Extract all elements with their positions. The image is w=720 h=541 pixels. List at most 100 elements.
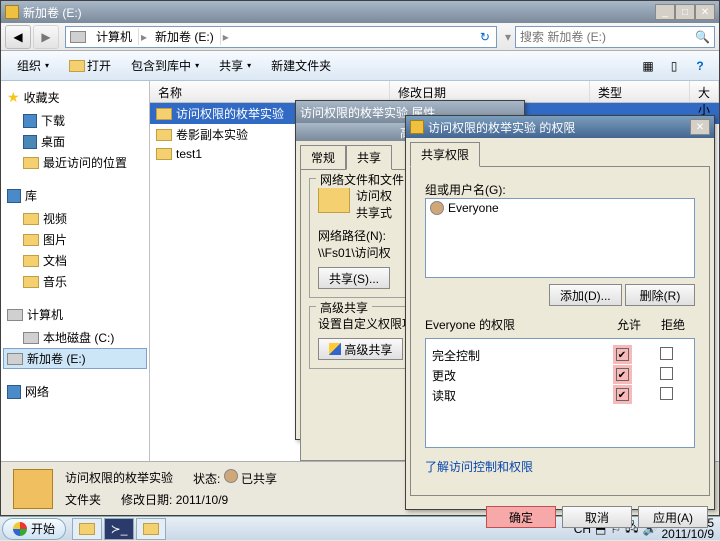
star-icon: ★ [7, 89, 20, 106]
pictures-icon [23, 234, 39, 246]
folder-icon [69, 60, 85, 72]
col-type[interactable]: 类型 [590, 81, 690, 102]
favorites-header[interactable]: ★收藏夹 [3, 85, 147, 110]
drive-icon [7, 353, 23, 365]
perm-row-full: 完全控制 [432, 345, 688, 365]
tree-desktop[interactable]: 桌面 [3, 131, 147, 152]
drive-icon [70, 31, 86, 43]
perm-row-change: 更改 [432, 365, 688, 385]
list-item[interactable]: Everyone [426, 199, 694, 217]
window-title: 新加卷 (E:) [23, 4, 655, 21]
perm-header: Everyone 的权限 [425, 316, 607, 333]
perm-title: 访问权限的枚举实验 的权限 [428, 119, 690, 136]
share-button[interactable]: 共享(S)... [318, 267, 390, 289]
folder-icon [410, 120, 424, 134]
folder-icon [156, 148, 172, 160]
deny-header: 拒绝 [651, 316, 695, 333]
user-icon [430, 201, 444, 215]
shared-icon [224, 469, 238, 483]
new-folder-button[interactable]: 新建文件夹 [263, 54, 339, 77]
back-button[interactable]: ◀ [5, 25, 31, 49]
computer-header[interactable]: 计算机 [3, 302, 147, 327]
close-button[interactable]: ✕ [695, 4, 715, 20]
view-button[interactable]: ▦ [637, 55, 659, 77]
explorer-icon [79, 523, 95, 535]
learn-link[interactable]: 了解访问控制和权限 [425, 460, 533, 474]
search-field[interactable]: 🔍 [515, 26, 715, 48]
shield-icon [329, 343, 341, 355]
drive-icon [5, 5, 19, 19]
col-size[interactable]: 大小 [690, 81, 719, 102]
folder-icon [156, 129, 172, 141]
download-icon [23, 114, 37, 128]
help-icon[interactable]: ? [689, 55, 711, 77]
users-listbox[interactable]: Everyone [425, 198, 695, 278]
drive-icon [23, 332, 39, 344]
computer-icon [7, 309, 23, 321]
addr-dropdown-icon[interactable]: ▾ [501, 30, 515, 44]
allow-full-checkbox[interactable] [616, 348, 629, 361]
permissions-dialog: 访问权限的枚举实验 的权限 ✕ 共享权限 组或用户名(G): Everyone … [405, 115, 715, 510]
tree-recent[interactable]: 最近访问的位置 [3, 152, 147, 173]
address-bar[interactable]: 计算机 ▸ 新加卷 (E:) ▸ ↻ [65, 26, 497, 48]
tab-share-perm[interactable]: 共享权限 [410, 142, 480, 167]
network-header[interactable]: 网络 [3, 379, 147, 404]
advanced-share-button[interactable]: 高级共享 [318, 338, 403, 360]
documents-icon [23, 255, 39, 267]
explorer-titlebar[interactable]: 新加卷 (E:) _ □ ✕ [1, 1, 719, 23]
apply-button[interactable]: 应用(A) [638, 506, 708, 528]
minimize-button[interactable]: _ [655, 4, 675, 20]
add-button[interactable]: 添加(D)... [549, 284, 622, 306]
status-name: 访问权限的枚举实验 [65, 469, 173, 487]
forward-button[interactable]: ▶ [33, 25, 59, 49]
deny-change-checkbox[interactable] [660, 367, 673, 380]
group-users-label: 组或用户名(G): [425, 181, 695, 198]
open-button[interactable]: 打开 [61, 54, 119, 77]
perm-row-read: 读取 [432, 385, 688, 405]
search-icon[interactable]: 🔍 [695, 30, 710, 44]
tree-downloads[interactable]: 下载 [3, 110, 147, 131]
nav-tree: ★收藏夹 下载 桌面 最近访问的位置 库 视频 图片 文档 音乐 计算机 本地磁… [1, 81, 150, 461]
tree-pictures[interactable]: 图片 [3, 229, 147, 250]
tree-docs[interactable]: 文档 [3, 250, 147, 271]
tree-drive-c[interactable]: 本地磁盘 (C:) [3, 327, 147, 348]
col-name[interactable]: 名称 [150, 81, 390, 102]
share-folder-icon [318, 187, 350, 213]
start-button[interactable]: 开始 [2, 518, 66, 540]
deny-full-checkbox[interactable] [660, 347, 673, 360]
video-icon [23, 213, 39, 225]
cancel-button[interactable]: 取消 [562, 506, 632, 528]
music-icon [23, 276, 39, 288]
tab-general[interactable]: 常规 [300, 145, 346, 169]
task-powershell[interactable]: ≻_ [104, 518, 134, 540]
tree-video[interactable]: 视频 [3, 208, 147, 229]
breadcrumb-computer[interactable]: 计算机 [90, 28, 139, 45]
libraries-header[interactable]: 库 [3, 183, 147, 208]
col-date[interactable]: 修改日期 [390, 81, 590, 102]
tab-sharing[interactable]: 共享 [346, 145, 392, 170]
breadcrumb-drive[interactable]: 新加卷 (E:) [149, 28, 221, 45]
tree-music[interactable]: 音乐 [3, 271, 147, 292]
search-input[interactable] [520, 30, 695, 44]
perm-titlebar[interactable]: 访问权限的枚举实验 的权限 ✕ [406, 116, 714, 138]
status-type: 文件夹 [65, 491, 101, 508]
tree-drive-e[interactable]: 新加卷 (E:) [3, 348, 147, 369]
share-button[interactable]: 共享 [211, 54, 259, 77]
deny-read-checkbox[interactable] [660, 387, 673, 400]
nav-bar: ◀ ▶ 计算机 ▸ 新加卷 (E:) ▸ ↻ ▾ 🔍 [1, 23, 719, 51]
refresh-icon[interactable]: ↻ [474, 30, 496, 44]
perm-close-button[interactable]: ✕ [690, 119, 710, 135]
preview-pane-button[interactable]: ▯ [663, 55, 685, 77]
allow-read-checkbox[interactable] [616, 388, 629, 401]
ok-button[interactable]: 确定 [486, 506, 556, 528]
remove-button[interactable]: 删除(R) [625, 284, 695, 306]
task-explorer[interactable] [72, 518, 102, 540]
maximize-button[interactable]: □ [675, 4, 695, 20]
desktop-icon [23, 135, 37, 149]
include-library-button[interactable]: 包含到库中 [123, 54, 207, 77]
task-folder[interactable] [136, 518, 166, 540]
library-icon [7, 189, 21, 203]
folder-icon [143, 523, 159, 535]
allow-change-checkbox[interactable] [616, 368, 629, 381]
organize-button[interactable]: 组织 [9, 54, 57, 77]
